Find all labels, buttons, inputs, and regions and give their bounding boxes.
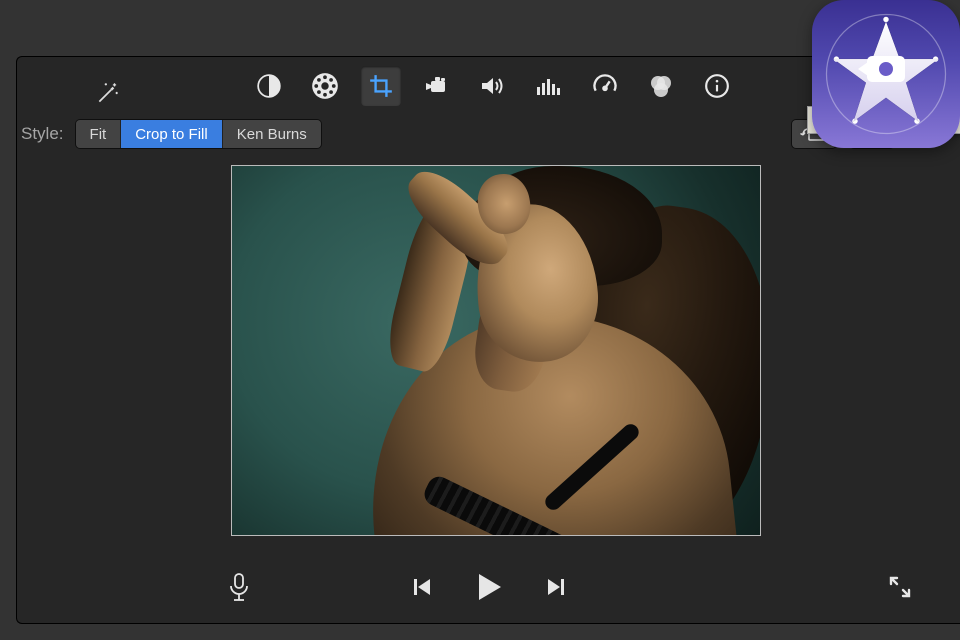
preview-viewport[interactable] [231, 165, 761, 536]
camera-icon [867, 56, 905, 82]
voiceover-mic-button[interactable] [227, 572, 251, 602]
star-icon [824, 12, 948, 136]
next-button[interactable] [545, 576, 567, 598]
color-balance-button[interactable] [249, 66, 289, 106]
crop-button[interactable] [361, 66, 401, 106]
equalizer-button[interactable] [529, 66, 569, 106]
style-option-fit[interactable]: Fit [76, 120, 122, 148]
preview-image [232, 166, 760, 535]
stabilization-button[interactable] [417, 66, 457, 106]
previous-button[interactable] [411, 576, 433, 598]
imovie-app-icon [812, 0, 960, 148]
style-label: Style: [21, 124, 64, 144]
style-segmented-control: Fit Crop to Fill Ken Burns [76, 120, 321, 148]
fullscreen-button[interactable] [888, 575, 912, 599]
magic-wand-icon[interactable] [95, 80, 121, 111]
color-correction-button[interactable] [305, 66, 345, 106]
style-option-ken-burns[interactable]: Ken Burns [223, 120, 321, 148]
play-button[interactable] [475, 572, 503, 602]
info-button[interactable] [697, 66, 737, 106]
editor-panel: Style: Fit Crop to Fill Ken Burns [16, 56, 960, 624]
playback-bar [17, 563, 960, 611]
tool-icons-group [249, 66, 737, 106]
clip-filter-button[interactable] [641, 66, 681, 106]
speed-button[interactable] [585, 66, 625, 106]
volume-button[interactable] [473, 66, 513, 106]
style-option-crop-to-fill[interactable]: Crop to Fill [121, 120, 223, 148]
